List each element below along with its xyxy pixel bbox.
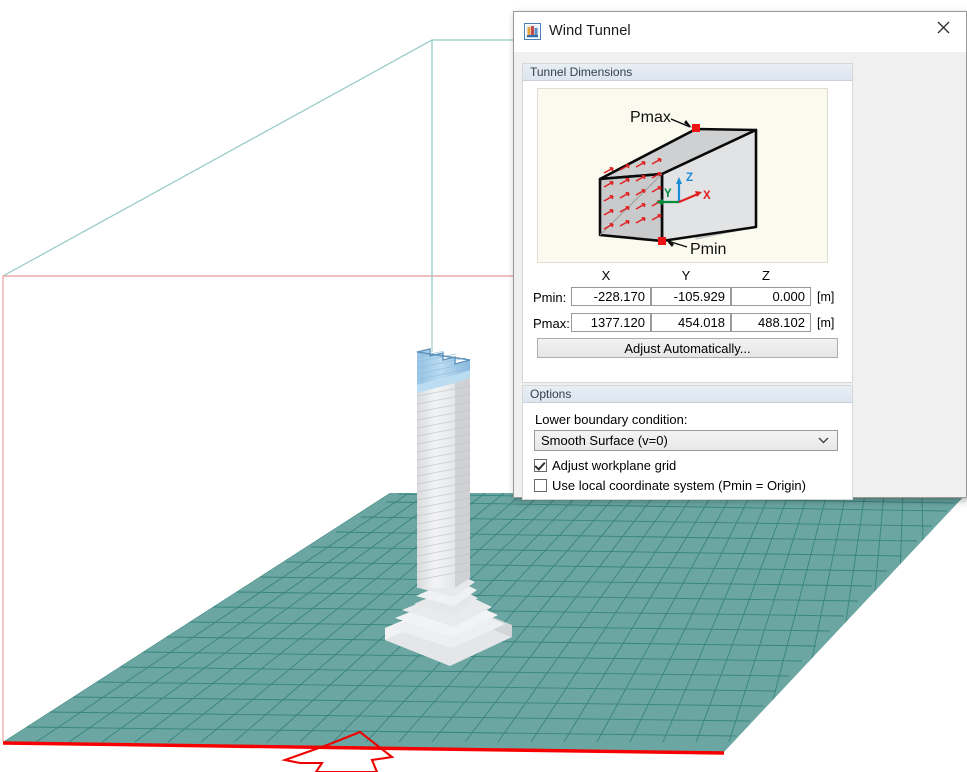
dialog-titlebar[interactable]: Wind Tunnel — [514, 12, 966, 52]
dialog-title: Wind Tunnel — [549, 23, 631, 39]
pmax-unit: [m] — [817, 316, 835, 330]
column-header-x: X — [601, 268, 611, 283]
pmin-row-label: Pmin: — [533, 290, 567, 305]
tunnel-dimensions-group: Tunnel Dimensions Z Y X Pmax Pmin X Y Z … — [522, 63, 853, 383]
wind-tunnel-dialog: Wind Tunnel Tunnel Dimensions Z Y X Pmax… — [513, 11, 967, 500]
pmin-unit: [m] — [817, 290, 835, 304]
options-group: Options Lower boundary condition: Smooth… — [522, 385, 853, 500]
tunnel-dimensions-header: Tunnel Dimensions — [523, 64, 852, 81]
checkbox-box — [534, 459, 547, 472]
column-header-y: Y — [681, 268, 691, 283]
lower-boundary-condition-select[interactable]: Smooth Surface (v=0) — [534, 430, 838, 451]
close-icon[interactable] — [920, 12, 966, 43]
tunnel-preview-diagram: Z Y X Pmax Pmin — [537, 88, 828, 263]
checkbox-box — [534, 479, 547, 492]
pmin-label: Pmin — [690, 241, 726, 258]
pmin-y-input[interactable] — [651, 287, 731, 306]
axis-x-label: X — [703, 190, 711, 202]
axis-z-label: Z — [686, 172, 693, 184]
column-header-z: Z — [762, 268, 770, 283]
pmax-y-input[interactable] — [651, 313, 731, 332]
options-header: Options — [523, 386, 852, 403]
pmin-z-input[interactable] — [731, 287, 811, 306]
use-local-coordinate-system-checkbox[interactable]: Use local coordinate system (Pmin = Orig… — [534, 478, 806, 493]
pmax-z-input[interactable] — [731, 313, 811, 332]
chevron-down-icon — [818, 437, 829, 444]
app-window: Wind Tunnel Tunnel Dimensions Z Y X Pmax… — [0, 0, 967, 772]
pmax-x-input[interactable] — [571, 313, 651, 332]
pmax-row-label: Pmax: — [533, 316, 570, 331]
pmin-x-input[interactable] — [571, 287, 651, 306]
pmax-label: Pmax — [630, 109, 671, 126]
pmax-marker — [692, 124, 700, 132]
pmin-marker — [658, 237, 666, 245]
adjust-workplane-grid-label: Adjust workplane grid — [552, 458, 677, 473]
wind-tunnel-app-icon — [524, 23, 541, 40]
use-local-coordinate-system-label: Use local coordinate system (Pmin = Orig… — [552, 478, 806, 493]
lower-boundary-condition-label: Lower boundary condition: — [535, 412, 688, 427]
adjust-workplane-grid-checkbox[interactable]: Adjust workplane grid — [534, 458, 676, 473]
axis-y-label: Y — [664, 188, 672, 200]
adjust-automatically-button[interactable]: Adjust Automatically... — [537, 338, 838, 358]
lower-boundary-condition-value: Smooth Surface (v=0) — [541, 433, 668, 448]
